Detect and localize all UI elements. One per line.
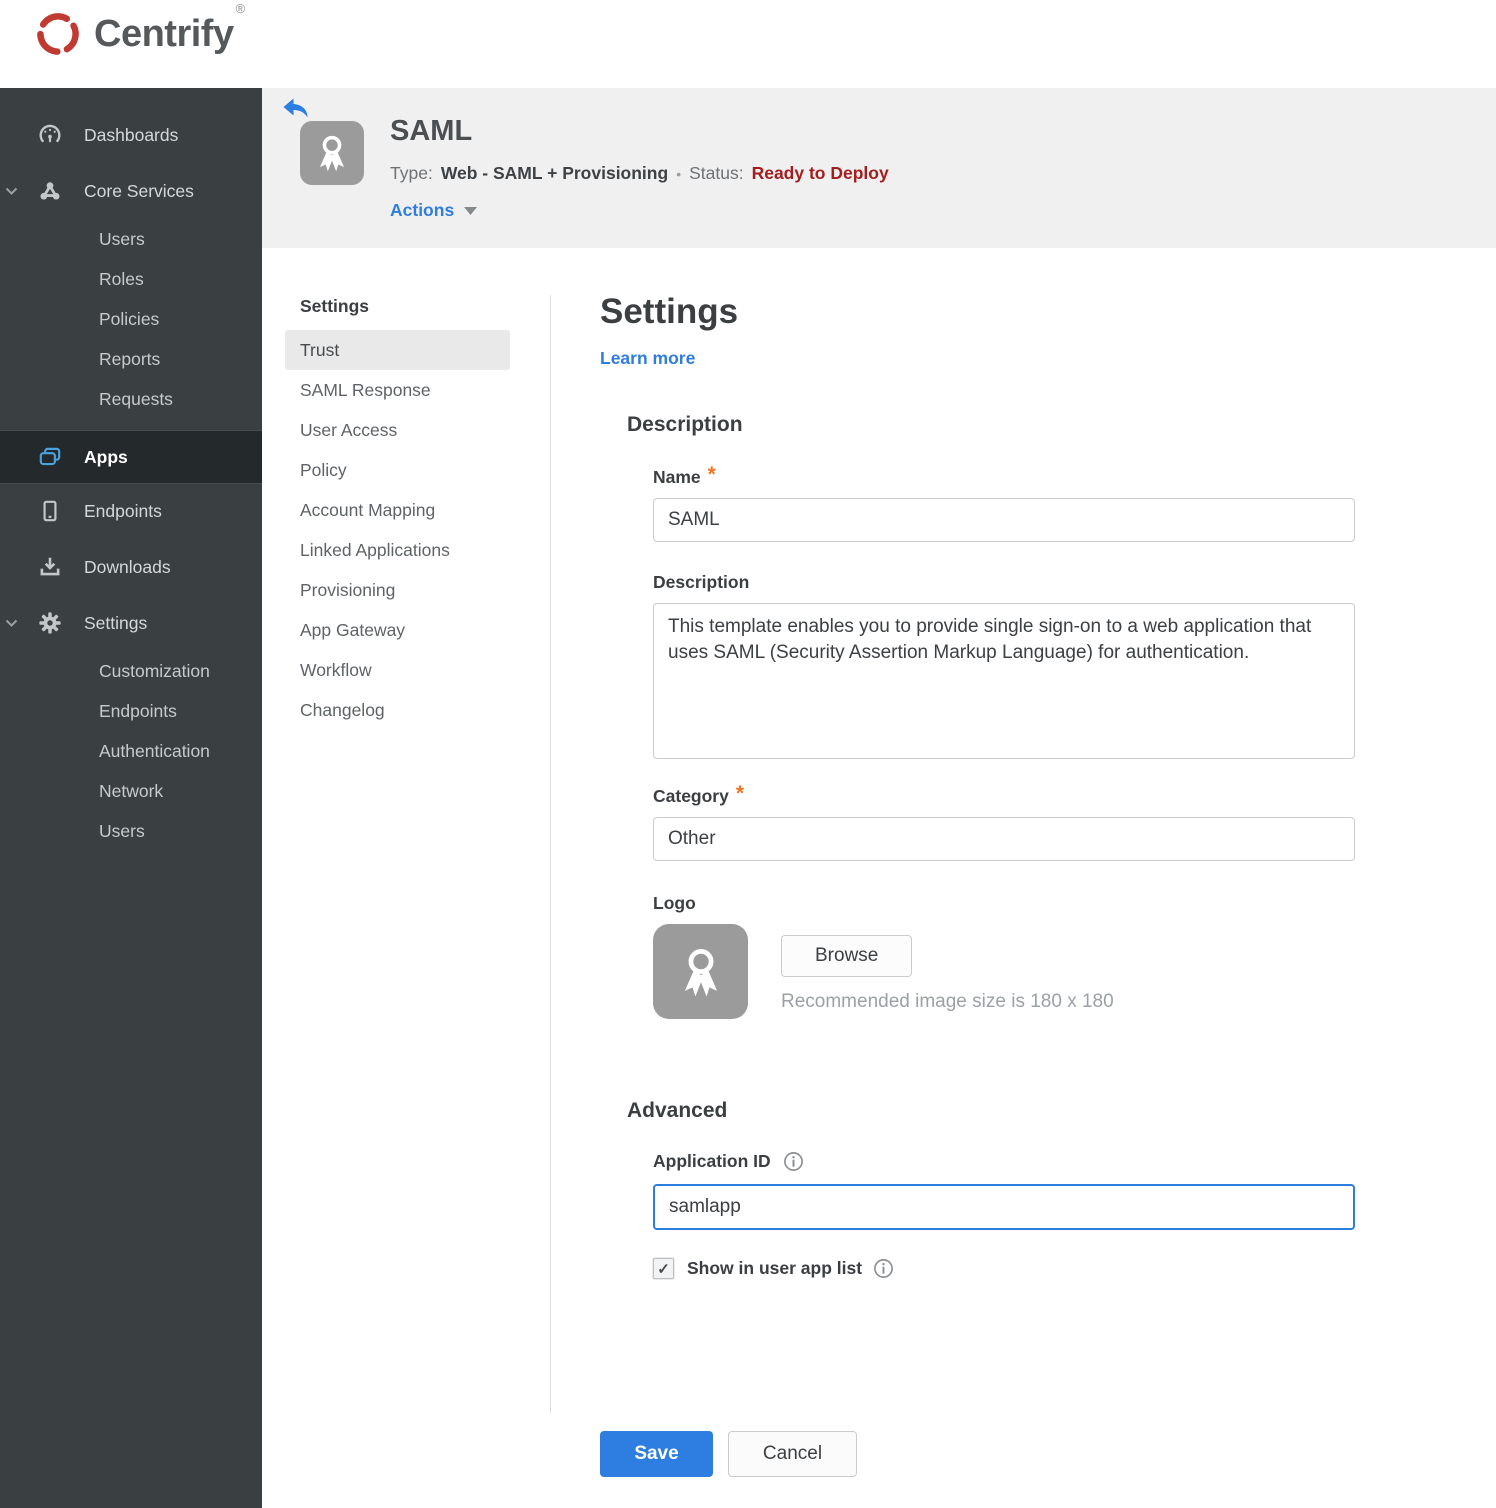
sidebar-item-label: Settings xyxy=(84,612,148,633)
vertical-divider xyxy=(550,295,551,1413)
registered-mark: ® xyxy=(235,0,246,16)
gear-icon xyxy=(37,610,63,636)
sidebar-item-customization[interactable]: Customization xyxy=(0,651,262,691)
sidebar-item-core-services[interactable]: Core Services xyxy=(0,168,262,214)
show-in-user-app-list-checkbox[interactable]: ✓ xyxy=(653,1258,674,1279)
subnav-item-user-access[interactable]: User Access xyxy=(285,410,510,450)
subnav-header: Settings xyxy=(300,296,370,316)
sidebar-item-label: Core Services xyxy=(84,180,194,201)
description-fields: Name * Description This template enables… xyxy=(653,463,1355,1019)
recommended-size-text: Recommended image size is 180 x 180 xyxy=(781,991,1114,1012)
show-in-user-app-list-label: Show in user app list xyxy=(687,1258,894,1279)
main-content: Settings Trust SAML Response User Access… xyxy=(262,248,1496,1508)
sidebar-item-endpoints-settings[interactable]: Endpoints xyxy=(0,691,262,731)
subnav-item-account-mapping[interactable]: Account Mapping xyxy=(285,490,510,530)
type-value: Web - SAML + Provisioning xyxy=(440,163,669,183)
sidebar-item-apps[interactable]: Apps xyxy=(0,430,262,484)
mobile-device-icon xyxy=(37,498,63,524)
brand-name: Centrify® xyxy=(94,0,245,55)
page-title: Settings xyxy=(600,292,739,331)
application-id-field[interactable] xyxy=(653,1184,1355,1230)
subnav-item-changelog[interactable]: Changelog xyxy=(285,690,510,730)
status-label: Status: xyxy=(689,163,744,183)
description-field[interactable]: This template enables you to provide sin… xyxy=(653,603,1355,759)
nodes-icon xyxy=(37,178,63,204)
description-label: Description xyxy=(653,572,750,592)
logo-controls: Browse Recommended image size is 180 x 1… xyxy=(781,924,1114,1019)
overlapping-windows-icon xyxy=(37,444,63,470)
app-meta: Type: Web - SAML + Provisioning • Status… xyxy=(390,163,889,184)
application-id-label: Application ID xyxy=(653,1151,1355,1172)
subnav-item-policy[interactable]: Policy xyxy=(285,450,510,490)
top-bar: Centrify® xyxy=(0,0,1496,88)
advanced-fields: Application ID ✓ Show in user app list xyxy=(600,1151,1355,1477)
sidebar-item-label: Apps xyxy=(84,446,128,467)
required-marker: * xyxy=(735,782,745,805)
description-section-heading: Description xyxy=(627,413,743,436)
sidebar-item-settings[interactable]: Settings xyxy=(0,600,262,646)
meta-separator: • xyxy=(676,165,682,182)
browse-button[interactable]: Browse xyxy=(781,935,913,977)
save-button[interactable]: Save xyxy=(600,1431,713,1477)
required-marker: * xyxy=(707,463,716,486)
app-logo-tile xyxy=(300,121,364,185)
centrify-swirl-icon xyxy=(33,9,83,59)
actions-button[interactable]: Actions xyxy=(390,200,478,221)
sidebar-item-roles[interactable]: Roles xyxy=(0,259,262,299)
learn-more-link[interactable]: Learn more xyxy=(600,348,695,369)
cancel-button[interactable]: Cancel xyxy=(728,1431,857,1477)
sidebar-item-label: Dashboards xyxy=(84,124,179,145)
subnav-item-app-gateway[interactable]: App Gateway xyxy=(285,610,510,650)
core-services-submenu: Users Roles Policies Reports Requests xyxy=(0,219,262,419)
subnav-item-trust[interactable]: Trust xyxy=(285,330,510,370)
category-label: Category * xyxy=(653,782,745,806)
type-label: Type: xyxy=(390,163,433,183)
download-icon xyxy=(37,554,63,580)
sidebar-item-policies[interactable]: Policies xyxy=(0,299,262,339)
sidebar-item-users[interactable]: Users xyxy=(0,219,262,259)
category-field[interactable] xyxy=(653,817,1355,861)
show-in-user-app-list-row: ✓ Show in user app list xyxy=(653,1258,1355,1279)
actions-label: Actions xyxy=(390,200,455,220)
logo-row: Browse Recommended image size is 180 x 1… xyxy=(653,924,1355,1019)
sidebar-item-downloads[interactable]: Downloads xyxy=(0,544,262,590)
gauge-icon xyxy=(37,122,63,148)
sidebar-item-reports[interactable]: Reports xyxy=(0,339,262,379)
sidebar-item-dashboards[interactable]: Dashboards xyxy=(0,112,262,158)
logo-label: Logo xyxy=(653,893,696,913)
sidebar-item-label: Downloads xyxy=(84,556,171,577)
status-badge: Ready to Deploy xyxy=(751,163,889,183)
subnav-item-saml-response[interactable]: SAML Response xyxy=(285,370,510,410)
back-arrow-icon[interactable] xyxy=(282,97,310,121)
award-ribbon-icon xyxy=(311,131,353,175)
settings-form: Settings Learn more Description Name * D… xyxy=(600,248,1360,1477)
sidebar-item-users-settings[interactable]: Users xyxy=(0,811,262,851)
chevron-down-icon xyxy=(5,619,18,628)
subnav-item-workflow[interactable]: Workflow xyxy=(285,650,510,690)
subnav-item-provisioning[interactable]: Provisioning xyxy=(285,570,510,610)
chevron-down-icon xyxy=(5,187,18,196)
sidebar-item-label: Endpoints xyxy=(84,500,162,521)
name-field[interactable] xyxy=(653,498,1355,542)
sidebar-item-authentication[interactable]: Authentication xyxy=(0,731,262,771)
sidebar: Dashboards Core Services Users Roles Pol… xyxy=(0,88,262,1508)
sidebar-item-network[interactable]: Network xyxy=(0,771,262,811)
settings-submenu: Customization Endpoints Authentication N… xyxy=(0,651,262,851)
caret-down-icon xyxy=(463,206,478,216)
sidebar-item-endpoints[interactable]: Endpoints xyxy=(0,488,262,534)
logo-preview xyxy=(653,924,748,1019)
app-subnav: Settings Trust SAML Response User Access… xyxy=(285,296,535,730)
app-header: SAML Type: Web - SAML + Provisioning • S… xyxy=(262,88,1496,248)
name-label: Name * xyxy=(653,463,716,487)
sidebar-item-requests[interactable]: Requests xyxy=(0,379,262,419)
form-buttons: Save Cancel xyxy=(600,1431,1355,1477)
app-title: SAML xyxy=(390,115,473,147)
advanced-section-heading: Advanced xyxy=(627,1099,728,1122)
info-icon[interactable] xyxy=(873,1258,894,1279)
award-ribbon-icon xyxy=(673,942,729,1002)
info-icon[interactable] xyxy=(783,1151,804,1172)
brand-logo: Centrify® xyxy=(33,0,245,59)
subnav-item-linked-applications[interactable]: Linked Applications xyxy=(285,530,510,570)
